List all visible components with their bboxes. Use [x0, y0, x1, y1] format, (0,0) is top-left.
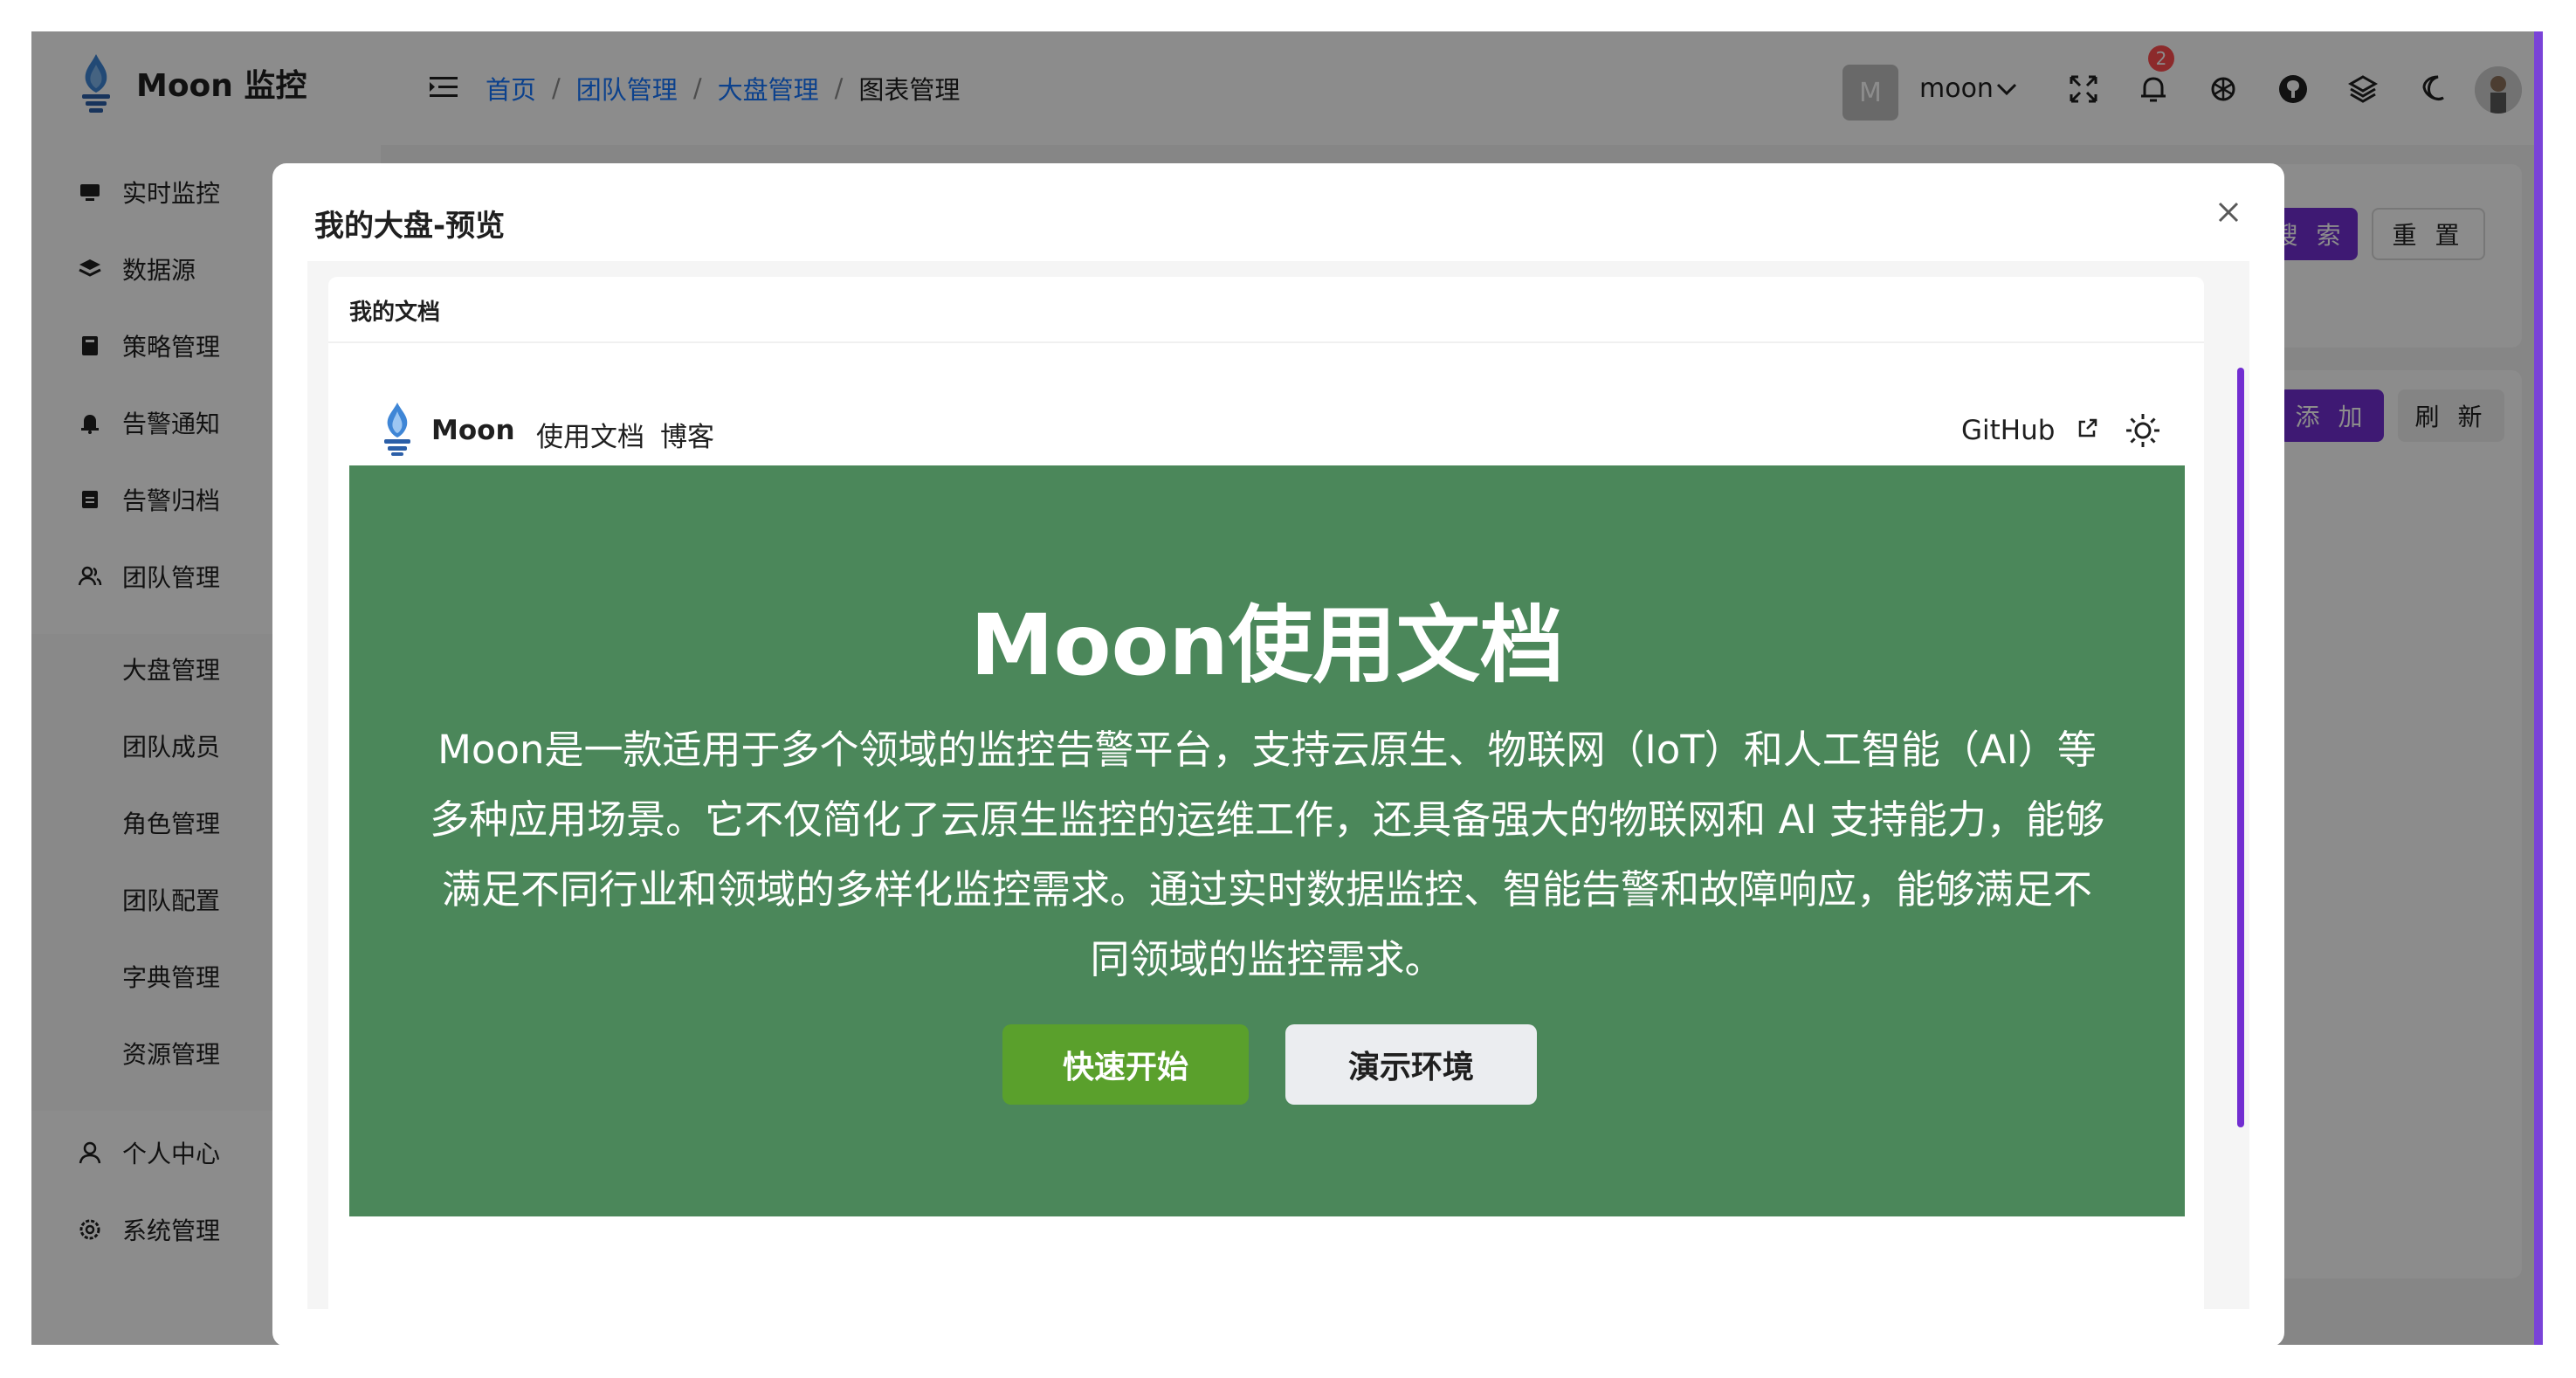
doc-hero-banner: Moon使用文档 Moon是一款适用于多个领域的监控告警平台，支持云原生、物联网…	[349, 465, 2185, 1216]
chart-card-title: 我的文档	[349, 300, 441, 326]
hero-description-line: 同领域的监控需求。	[1090, 936, 1444, 982]
page-scrollbar[interactable]	[2534, 31, 2543, 1345]
quick-start-button[interactable]: 快速开始	[1002, 1024, 1249, 1105]
hero-description-line: Moon是一款适用于多个领域的监控告警平台，支持云原生、物联网（IoT）和人工智…	[437, 727, 2097, 773]
hero-title: Moon使用文档	[970, 596, 1564, 694]
close-icon[interactable]	[2213, 196, 2244, 228]
doc-github-link[interactable]: GitHub	[1961, 415, 2055, 446]
demo-env-button[interactable]: 演示环境	[1285, 1024, 1537, 1105]
modal-body: 我的文档 Moon 使用文档 博客 GitHub Moon使用文档 Moon是一…	[307, 261, 2249, 1309]
modal-title: 我的大盘-预览	[314, 209, 506, 244]
hero-description-line: 满足不同行业和领域的多样化监控需求。通过实时数据监控、智能告警和故障响应，能够满…	[441, 866, 2092, 913]
doc-brand[interactable]: Moon	[431, 415, 515, 446]
divider	[328, 341, 2204, 343]
chart-card: 我的文档 Moon 使用文档 博客 GitHub Moon使用文档 Moon是一…	[328, 277, 2204, 1309]
hero-description: Moon是一款适用于多个领域的监控告警平台，支持云原生、物联网（IoT）和人工智…	[381, 715, 2153, 995]
external-link-icon	[2078, 418, 2097, 438]
sun-theme-icon[interactable]	[2124, 411, 2162, 450]
hero-description-line: 多种应用场景。它不仅简化了云原生监控的运维工作，还具备强大的物联网和 AI 支持…	[430, 796, 2104, 843]
moon-flame-logo-icon[interactable]	[377, 401, 417, 457]
doc-nav-usage[interactable]: 使用文档	[536, 415, 644, 454]
modal-scrollbar[interactable]	[2237, 368, 2244, 1127]
preview-modal: 我的大盘-预览 我的文档 Moon 使用文档 博客 GitHub Moon使用文…	[272, 163, 2284, 1347]
doc-nav-blog[interactable]: 博客	[660, 415, 714, 454]
